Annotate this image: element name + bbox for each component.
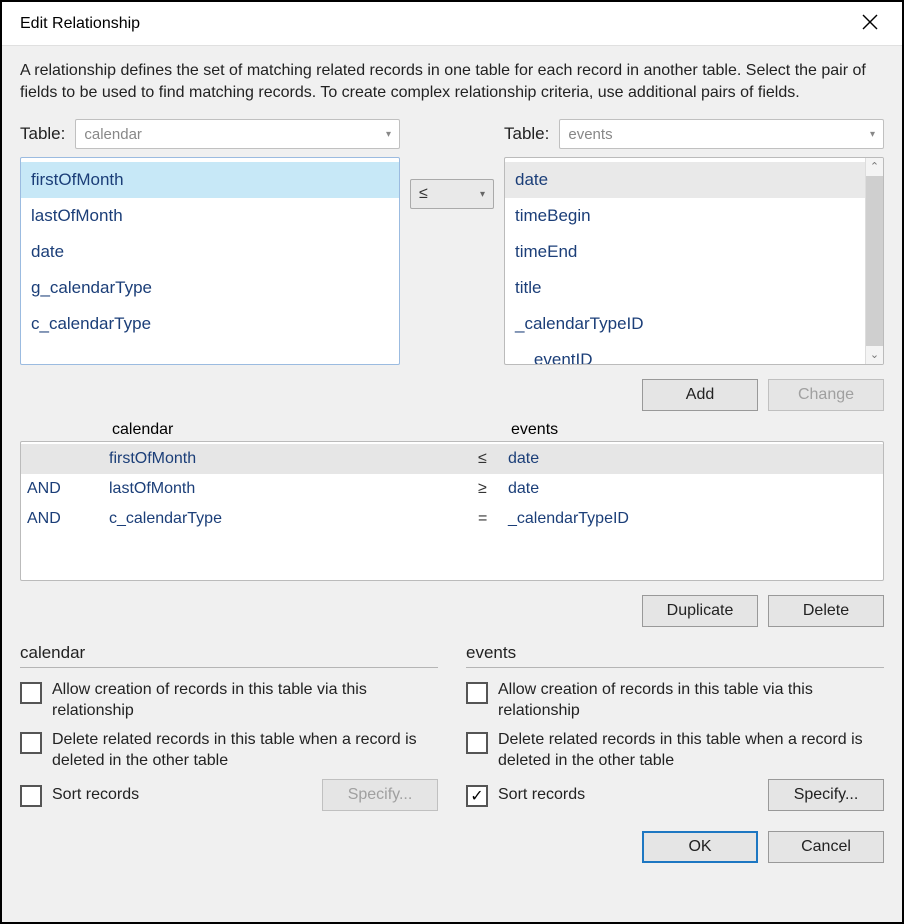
criteria-left-field: firstOfMonth xyxy=(109,450,478,468)
left-field-item[interactable]: firstOfMonth xyxy=(21,162,399,198)
right-field-item[interactable]: timeBegin xyxy=(505,198,865,234)
left-table-dropdown[interactable]: calendar ▾ xyxy=(75,119,400,149)
chevron-down-icon: ▾ xyxy=(386,129,391,140)
dialog-title: Edit Relationship xyxy=(20,15,850,33)
operator-dropdown[interactable]: ≤ ▾ xyxy=(410,179,494,209)
close-icon xyxy=(862,14,878,30)
left-sort-records-checkbox[interactable] xyxy=(20,785,42,807)
criteria-operator: ≤ xyxy=(478,450,508,468)
criteria-operator: = xyxy=(478,510,508,528)
right-allow-creation-label: Allow creation of records in this table … xyxy=(498,680,884,722)
criteria-row[interactable]: AND lastOfMonth ≥ date xyxy=(21,474,883,504)
chevron-down-icon: ▾ xyxy=(480,189,485,200)
edit-relationship-dialog: Edit Relationship A relationship defines… xyxy=(0,0,904,924)
left-allow-creation-checkbox[interactable] xyxy=(20,682,42,704)
left-allow-creation-label: Allow creation of records in this table … xyxy=(52,680,438,722)
right-table-dropdown[interactable]: events ▾ xyxy=(559,119,884,149)
scroll-thumb[interactable] xyxy=(866,176,883,346)
scroll-up-icon[interactable]: ⌃ xyxy=(866,158,883,176)
change-button[interactable]: Change xyxy=(768,379,884,411)
criteria-list[interactable]: firstOfMonth ≤ date AND lastOfMonth ≥ da… xyxy=(20,441,884,581)
dialog-description: A relationship defines the set of matchi… xyxy=(20,60,884,103)
criteria-row[interactable]: firstOfMonth ≤ date xyxy=(21,444,883,474)
duplicate-button[interactable]: Duplicate xyxy=(642,595,758,627)
left-delete-related-label: Delete related records in this table whe… xyxy=(52,730,438,772)
criteria-right-field: _calendarTypeID xyxy=(508,510,877,528)
right-specify-button[interactable]: Specify... xyxy=(768,779,884,811)
right-sort-records-checkbox[interactable]: ✓ xyxy=(466,785,488,807)
right-table-name: events xyxy=(568,126,612,143)
right-delete-related-checkbox[interactable] xyxy=(466,732,488,754)
right-field-list[interactable]: date timeBegin timeEnd title _calendarTy… xyxy=(504,157,884,365)
criteria-left-field: c_calendarType xyxy=(109,510,478,528)
right-field-item[interactable]: title xyxy=(505,270,865,306)
right-table-label: Table: xyxy=(504,124,549,144)
right-field-item[interactable]: timeEnd xyxy=(505,234,865,270)
criteria-right-field: date xyxy=(508,480,877,498)
left-field-item[interactable]: g_calendarType xyxy=(21,270,399,306)
right-field-item[interactable]: date xyxy=(505,162,865,198)
criteria-header-right: events xyxy=(511,421,880,439)
left-field-list[interactable]: firstOfMonth lastOfMonth date g_calendar… xyxy=(20,157,400,365)
left-delete-related-checkbox[interactable] xyxy=(20,732,42,754)
criteria-operator: ≥ xyxy=(478,480,508,498)
close-button[interactable] xyxy=(850,14,890,34)
right-field-item[interactable]: _calendarTypeID xyxy=(505,306,865,342)
criteria-logic: AND xyxy=(27,480,109,498)
left-field-item[interactable]: lastOfMonth xyxy=(21,198,399,234)
criteria-logic: AND xyxy=(27,510,109,528)
delete-button[interactable]: Delete xyxy=(768,595,884,627)
titlebar: Edit Relationship xyxy=(2,2,902,46)
right-field-item[interactable]: __eventID xyxy=(505,342,865,364)
operator-value: ≤ xyxy=(419,185,428,203)
chevron-down-icon: ▾ xyxy=(870,129,875,140)
left-options-title: calendar xyxy=(20,643,438,668)
right-options-title: events xyxy=(466,643,884,668)
right-allow-creation-checkbox[interactable] xyxy=(466,682,488,704)
ok-button[interactable]: OK xyxy=(642,831,758,863)
criteria-left-field: lastOfMonth xyxy=(109,480,478,498)
left-specify-button[interactable]: Specify... xyxy=(322,779,438,811)
left-table-label: Table: xyxy=(20,124,65,144)
right-sort-records-label: Sort records xyxy=(498,785,758,806)
left-field-item[interactable]: c_calendarType xyxy=(21,306,399,342)
criteria-right-field: date xyxy=(508,450,877,468)
scroll-down-icon[interactable]: ⌄ xyxy=(866,346,883,364)
left-table-name: calendar xyxy=(84,126,142,143)
add-button[interactable]: Add xyxy=(642,379,758,411)
criteria-header-left: calendar xyxy=(112,421,481,439)
cancel-button[interactable]: Cancel xyxy=(768,831,884,863)
criteria-row[interactable]: AND c_calendarType = _calendarTypeID xyxy=(21,504,883,534)
left-sort-records-label: Sort records xyxy=(52,785,312,806)
scrollbar[interactable]: ⌃ ⌄ xyxy=(865,158,883,364)
left-field-item[interactable]: date xyxy=(21,234,399,270)
right-delete-related-label: Delete related records in this table whe… xyxy=(498,730,884,772)
